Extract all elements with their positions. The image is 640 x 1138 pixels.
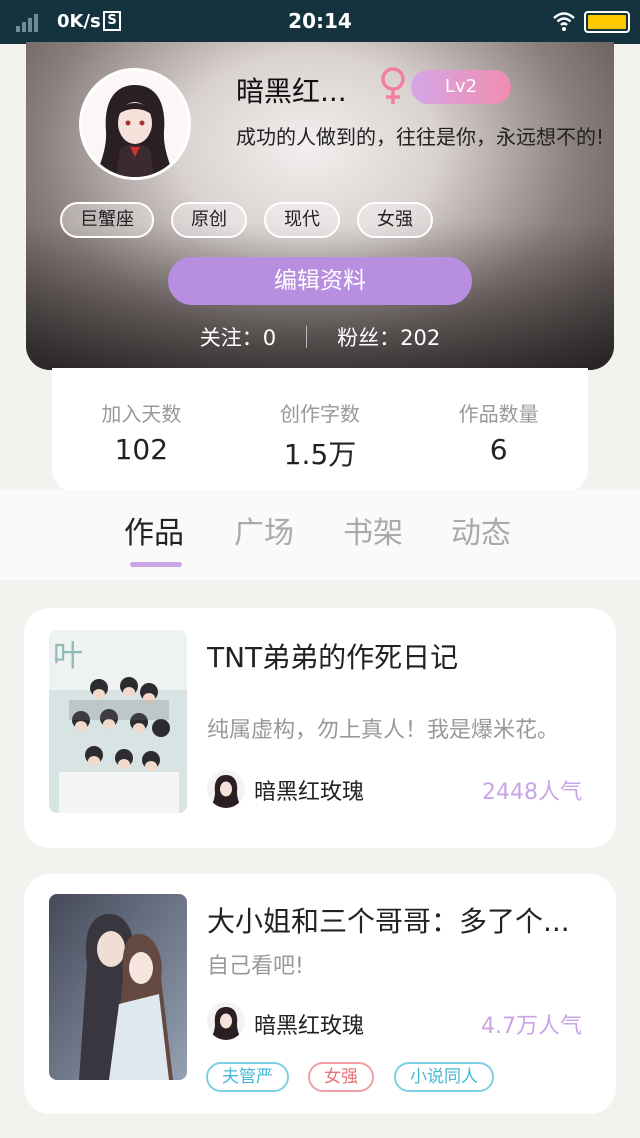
popularity: 2448人气 [482, 780, 582, 805]
work-title[interactable]: TNT弟弟的作死日记 [207, 636, 597, 676]
battery-icon [584, 11, 630, 33]
work-card[interactable]: 大小姐和三个哥哥：多了个... 自己看吧! 暗黑红玫瑰 4.7万人气 夫管严 女… [24, 874, 616, 1114]
stat-value: 1.5万 [283, 438, 357, 471]
work-tag[interactable]: 小说同人 [394, 1062, 494, 1092]
author-name: 暗黑红玫瑰 [254, 780, 365, 805]
stat-work-count: 作品数量 6 [409, 368, 588, 492]
tab-bookshelf[interactable]: 书架 [343, 508, 403, 552]
tab-works[interactable]: 作品 [124, 508, 184, 552]
work-tag[interactable]: 夫管严 [206, 1062, 289, 1092]
nickname: 暗黑红... [236, 75, 347, 108]
work-title[interactable]: 大小姐和三个哥哥：多了个... [207, 900, 597, 940]
active-tab-indicator [130, 562, 182, 567]
stat-label: 作品数量 [458, 402, 539, 426]
author-avatar [207, 1002, 245, 1040]
stats-card: 加入天数 102 创作字数 1.5万 作品数量 6 [52, 368, 588, 492]
book-cover[interactable] [49, 894, 187, 1080]
level-badge: Lv2 [411, 70, 511, 104]
stat-label: 创作字数 [280, 402, 360, 426]
work-desc: 自己看吧! [207, 954, 304, 979]
work-tag[interactable]: 女强 [308, 1062, 374, 1092]
clock: 20:14 [288, 9, 352, 33]
tab-activity[interactable]: 动态 [451, 508, 511, 552]
author-name: 暗黑红玫瑰 [254, 1014, 365, 1039]
stat-word-count: 创作字数 1.5万 [231, 368, 410, 492]
wifi-icon [553, 12, 575, 31]
work-card[interactable]: 叶 TNT弟弟的作死日记 纯属虚构，勿上真人！我是爆米花。 暗黑红玫瑰 2448… [24, 608, 616, 848]
status-bar: 0K/s S 20:14 [0, 0, 640, 44]
profile-tag: 巨蟹座 [60, 202, 154, 238]
popularity: 4.7万人气 [481, 1014, 582, 1039]
edit-profile-button[interactable]: 编辑资料 [168, 257, 472, 305]
profile-tags: 巨蟹座 原创 现代 女强 [60, 202, 433, 238]
profile-tag: 现代 [264, 202, 340, 238]
work-desc: 纯属虚构，勿上真人！我是爆米花。 [207, 718, 560, 743]
bio: 成功的人做到的，往往是你，永远想不的! [236, 125, 605, 149]
avatar[interactable] [79, 68, 191, 180]
profile-tag: 女强 [357, 202, 433, 238]
divider [306, 326, 308, 348]
tab-bar: 作品 广场 书架 动态 [0, 490, 640, 580]
svg-text:叶: 叶 [53, 639, 83, 674]
author-avatar [207, 770, 245, 808]
following-count[interactable]: 关注：0 [200, 322, 276, 352]
stat-join-days: 加入天数 102 [52, 368, 231, 492]
follow-stats: 关注：0 粉丝：202 [26, 322, 614, 352]
book-cover[interactable]: 叶 [49, 630, 187, 813]
stat-value: 6 [489, 433, 508, 466]
female-icon [381, 67, 405, 104]
stat-value: 102 [114, 433, 169, 466]
stat-label: 加入天数 [101, 402, 182, 426]
profile-tag: 原创 [171, 202, 247, 238]
followers-count[interactable]: 粉丝：202 [337, 322, 440, 352]
tab-square[interactable]: 广场 [234, 508, 294, 552]
profile-card: 暗黑红... Lv2 成功的人做到的，往往是你，永远想不的! 巨蟹座 原创 现代… [26, 42, 614, 370]
